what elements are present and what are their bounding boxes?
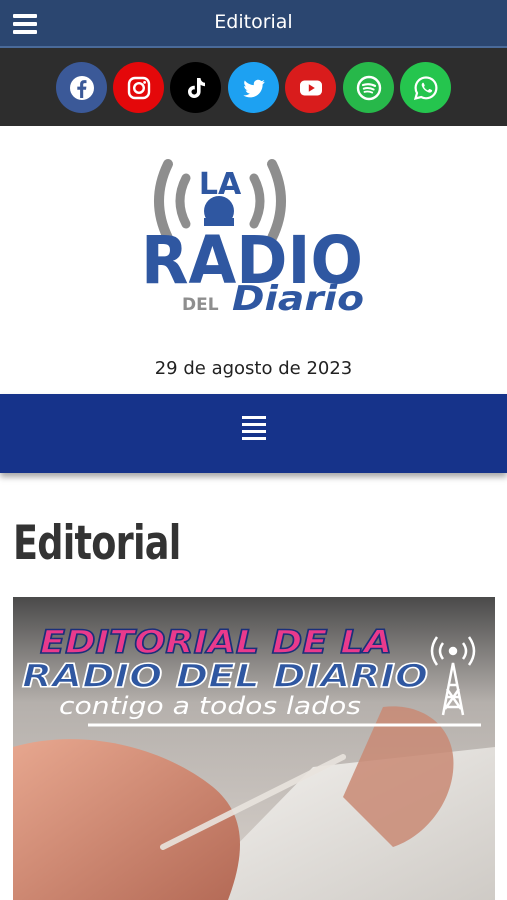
current-date: 29 de agosto de 2023 [154, 358, 353, 379]
logo-line3: Diario [232, 279, 364, 319]
instagram-button[interactable] [113, 62, 164, 113]
radio-del-diario-logo[interactable]: LA RADIO DEL Diario [0, 126, 507, 356]
page-title: Editorial [13, 516, 181, 571]
app-header: Editorial [0, 0, 507, 48]
wave-left-inner [175, 173, 191, 229]
hero-line1: EDITORIAL DE LA [40, 623, 392, 661]
tiktok-icon [187, 77, 205, 98]
youtube-button[interactable] [285, 62, 336, 113]
hero-line3: contigo a todos lados [59, 692, 361, 720]
logo-line3-small: DEL [182, 295, 219, 315]
social-bar [0, 48, 507, 126]
editorial-hero-image[interactable]: EDITORIAL DE LA RADIO DEL DIARIO contigo… [13, 597, 495, 900]
instagram-icon [127, 76, 150, 99]
whatsapp-icon [413, 75, 438, 100]
facebook-button[interactable] [56, 62, 107, 113]
spotify-icon [356, 75, 381, 100]
tiktok-button[interactable] [170, 62, 221, 113]
spotify-button[interactable] [343, 62, 394, 113]
header-title: Editorial [214, 11, 293, 33]
wave-right-inner [249, 173, 265, 229]
main-nav-bar [0, 394, 507, 473]
twitter-icon [242, 79, 265, 97]
logo-area: LA RADIO DEL Diario [0, 126, 507, 356]
whatsapp-button[interactable] [400, 62, 451, 113]
facebook-icon [69, 75, 94, 100]
hero-line2: RADIO DEL DIARIO [22, 657, 428, 695]
youtube-icon [299, 80, 322, 95]
twitter-button[interactable] [228, 62, 279, 113]
nav-menu-icon[interactable] [242, 414, 266, 444]
